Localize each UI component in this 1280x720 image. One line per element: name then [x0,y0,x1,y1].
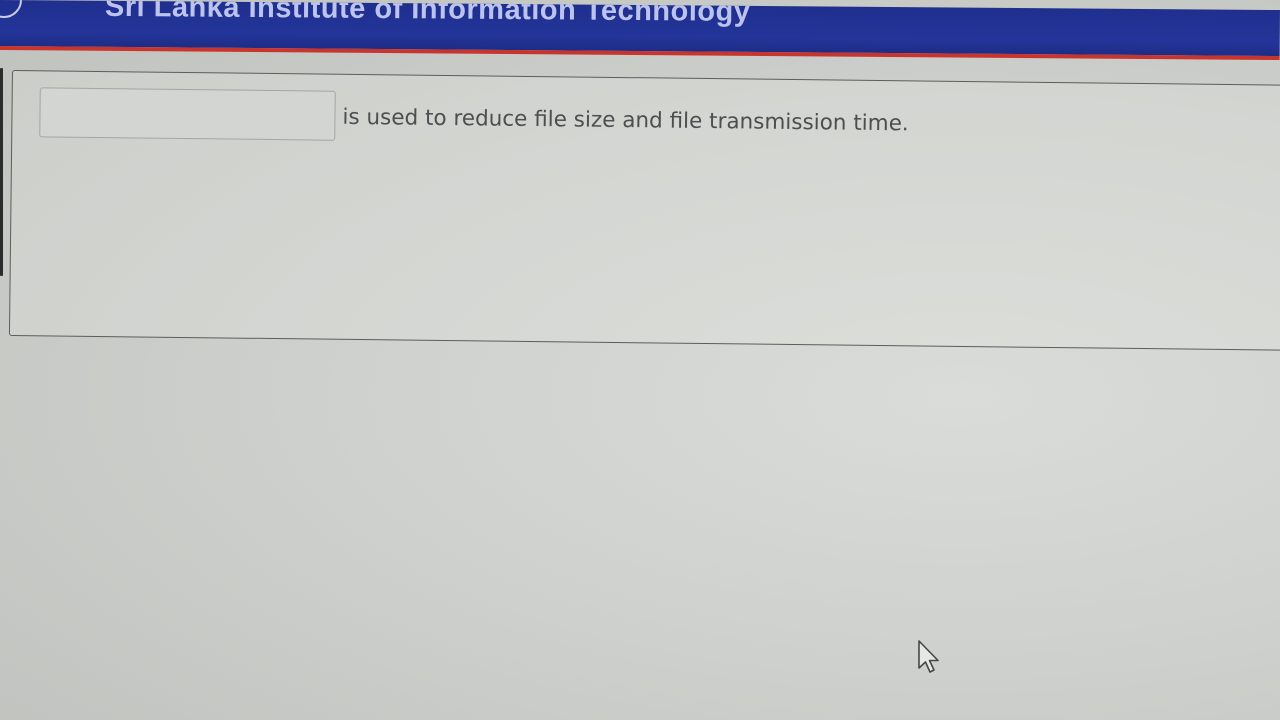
question-text: is used to reduce file size and file tra… [342,104,909,137]
question-panel: is used to reduce file size and file tra… [8,70,1280,351]
answer-input[interactable] [39,87,336,141]
panel-edge-indicator [0,68,3,276]
institution-title: Sri Lanka Institute of Information Techn… [104,0,751,28]
site-header: Sri Lanka Institute of Information Techn… [0,0,1280,61]
mouse-pointer-icon [918,640,939,673]
university-crest-icon [0,0,23,19]
